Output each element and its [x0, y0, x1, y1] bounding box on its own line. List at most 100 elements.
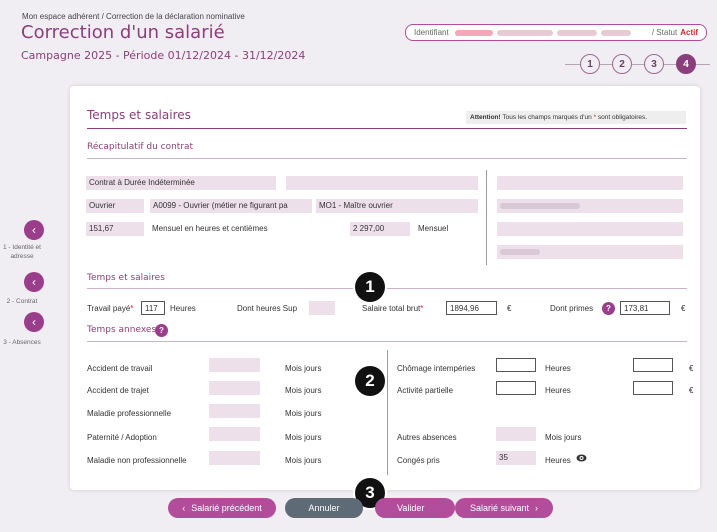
chevron-left-icon: ‹	[32, 275, 36, 289]
annex-field	[209, 451, 260, 465]
annex-row-unit: Mois jours	[285, 456, 322, 465]
annex-row-unit: Heures	[545, 386, 571, 395]
redacted-identifier	[496, 29, 553, 36]
annex-row-unit: Heures	[545, 364, 571, 373]
annex-row-label: Paternité / Adoption	[87, 433, 157, 442]
step-3[interactable]: 3	[644, 54, 664, 74]
annex-row-label: Activité partielle	[397, 386, 454, 395]
annex-row-label: Congés pris	[397, 456, 440, 465]
step-2[interactable]: 2	[612, 54, 632, 74]
overtime-field	[309, 301, 335, 315]
chevron-left-icon: ‹	[32, 223, 36, 237]
page-title: Correction d'un salarié	[21, 22, 225, 43]
sidebar-item-identity[interactable]: ‹	[24, 220, 44, 240]
annex-field	[209, 427, 260, 441]
chevron-left-icon: ‹	[32, 315, 36, 329]
gross-currency: €	[507, 304, 512, 313]
sidebar-item-label: 1 - Identité et adresse	[3, 244, 41, 260]
weather-unemployment-input[interactable]	[496, 358, 536, 372]
worked-hours-input[interactable]: 117	[141, 301, 165, 315]
annex-row-unit: Mois jours	[285, 386, 322, 395]
breadcrumb: Mon espace adhérent / Correction de la d…	[22, 12, 245, 21]
annex-row-unit: Heures	[545, 456, 571, 465]
annex-row-unit: Mois jours	[285, 364, 322, 373]
annex-row-currency: €	[689, 364, 694, 373]
contract-salary-field: 2 297,00	[350, 222, 410, 236]
sidebar-item-label: 2 - Contrat	[6, 298, 38, 305]
sidebar-item-label: 3 - Absences	[3, 339, 41, 346]
annex-row-label: Accident de travail	[87, 364, 153, 373]
annotation-badge: 1	[355, 272, 385, 302]
annex-row-label: Autres absences	[397, 433, 457, 442]
worked-unit: Heures	[170, 304, 196, 313]
bonus-label: Dont primes	[550, 304, 594, 313]
eye-icon[interactable]	[576, 454, 587, 462]
divider	[87, 341, 687, 342]
leave-taken-field: 35	[496, 451, 536, 465]
annex-field	[496, 427, 536, 441]
divider	[87, 128, 687, 129]
annex-field	[209, 404, 260, 418]
annotation-badge: 2	[355, 366, 385, 396]
contract-type-field: Contrat à Durée Indéterminée	[86, 176, 276, 190]
annex-row-label: Maladie non professionnelle	[87, 456, 187, 465]
vertical-divider	[387, 350, 388, 475]
status-label: / Statut	[651, 28, 678, 37]
next-employee-button[interactable]: Salarié suivant ›	[455, 498, 553, 518]
identifier-box: Identifiant / Statut Actif	[405, 24, 707, 41]
campaign-period: Campagne 2025 - Période 01/12/2024 - 31/…	[21, 49, 306, 62]
annex-row-label: Accident de trajet	[87, 386, 149, 395]
gross-salary-label: Salaire total brut*	[362, 304, 424, 313]
required-fields-notice: Attention! Tous les champs marqués d'un …	[466, 111, 686, 124]
divider	[87, 288, 687, 289]
redacted-field	[497, 222, 683, 236]
step-4[interactable]: 4	[676, 54, 696, 74]
annex-row-unit: Mois jours	[285, 433, 322, 442]
step-1[interactable]: 1	[580, 54, 600, 74]
bonus-input[interactable]: 173,81	[620, 301, 670, 315]
redacted-field	[497, 176, 683, 190]
salaries-title: Temps et salaires	[87, 273, 165, 283]
redacted-field	[497, 199, 683, 213]
contract-summary-title: Récapitulatif du contrat	[87, 142, 194, 152]
annex-row-label: Maladie professionnelle	[87, 409, 172, 418]
contract-hours-label: Mensuel en heures et centièmes	[152, 224, 268, 233]
divider	[87, 158, 687, 159]
partial-activity-amount-input[interactable]	[633, 381, 673, 395]
sidebar-item-absences[interactable]: ‹	[24, 312, 44, 332]
previous-employee-button[interactable]: ‹ Salarié précédent	[168, 498, 276, 518]
sidebar-item-contract[interactable]: ‹	[24, 272, 44, 292]
vertical-divider	[486, 170, 487, 265]
chevron-left-icon: ‹	[182, 503, 186, 513]
help-icon[interactable]: ?	[155, 324, 168, 337]
contract-empty-field	[286, 176, 478, 190]
validate-button[interactable]: Valider	[375, 498, 455, 518]
contract-salary-label: Mensuel	[418, 224, 449, 233]
job-field: A0099 - Ouvrier (métier ne figurant pa	[150, 199, 312, 213]
redacted-identifier	[600, 29, 631, 36]
worked-label: Travail payé*	[87, 304, 134, 313]
annex-row-currency: €	[689, 386, 694, 395]
bonus-currency: €	[681, 304, 686, 313]
annex-row-unit: Mois jours	[545, 433, 582, 442]
redacted-identifier	[556, 29, 597, 36]
gross-salary-input[interactable]: 1894,96	[446, 301, 497, 315]
annex-field	[209, 358, 260, 372]
annex-field	[209, 381, 260, 395]
annex-row-label: Chômage intempéries	[397, 364, 476, 373]
chevron-right-icon: ›	[535, 503, 539, 513]
section-title: Temps et salaires	[87, 108, 191, 122]
annex-title: Temps annexes	[87, 325, 157, 335]
level-field: MO1 - Maître ouvrier	[316, 199, 478, 213]
weather-unemployment-amount-input[interactable]	[633, 358, 673, 372]
redacted-field	[497, 245, 683, 259]
annex-row-unit: Mois jours	[285, 409, 322, 418]
partial-activity-input[interactable]	[496, 381, 536, 395]
contract-hours-field: 151,67	[86, 222, 144, 236]
identifier-label: Identifiant	[414, 28, 449, 37]
status-badge: Actif	[680, 28, 698, 37]
redacted-identifier	[454, 29, 493, 36]
help-icon[interactable]: ?	[602, 302, 615, 315]
overtime-label: Dont heures Sup	[237, 304, 298, 313]
cancel-button[interactable]: Annuler	[285, 498, 363, 518]
